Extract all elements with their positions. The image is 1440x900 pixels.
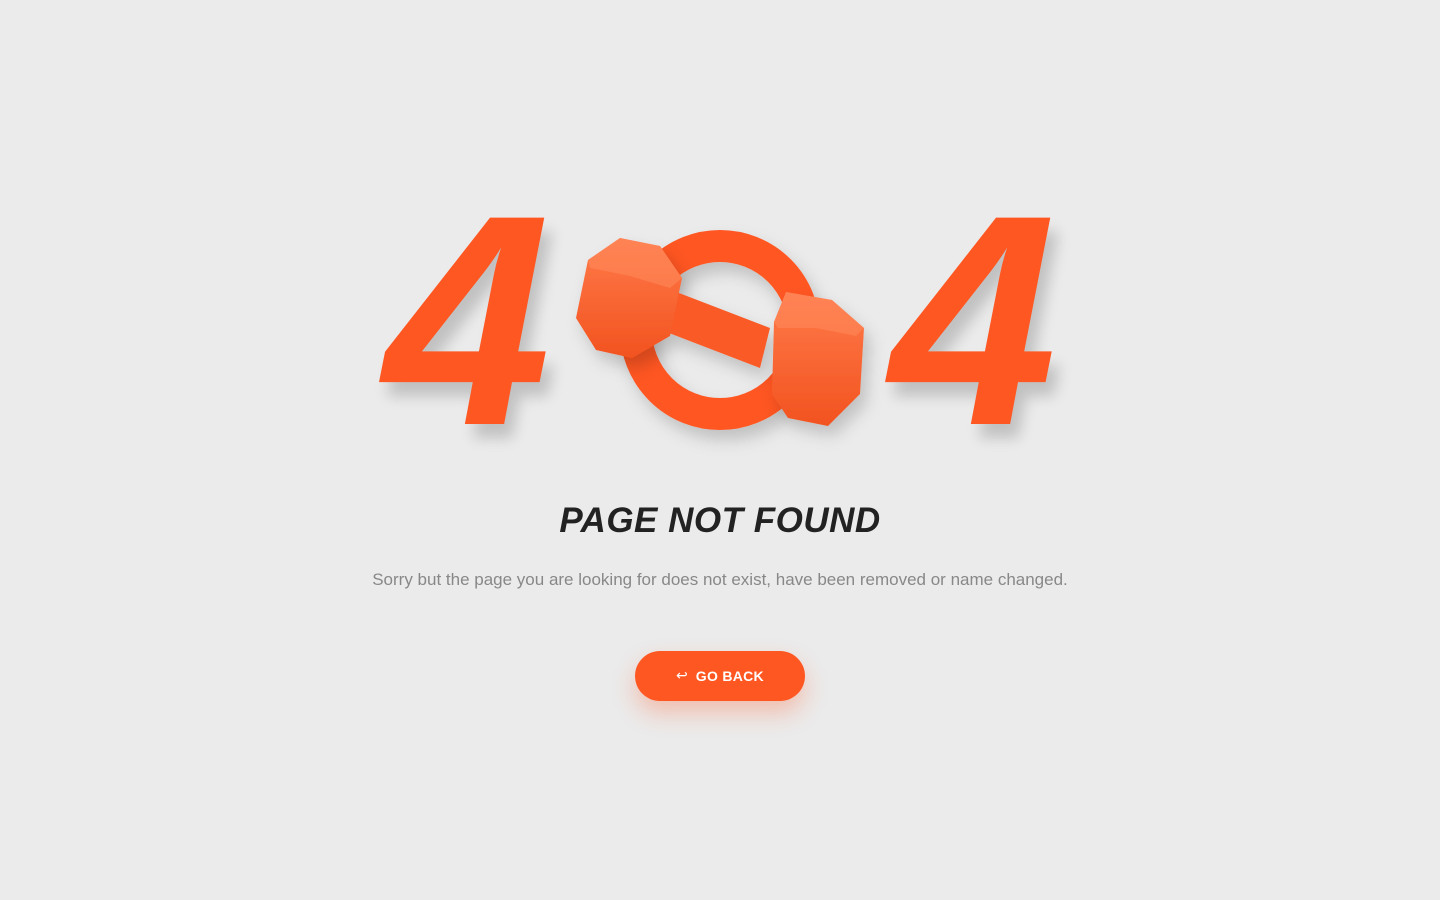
return-arrow-icon: ↩ [676,668,688,684]
dumbbell-ring-icon [560,218,880,448]
go-back-label: GO BACK [695,668,764,684]
error-digit-left: 4 [384,152,551,488]
error-digit-right: 4 [890,152,1057,488]
go-back-button[interactable]: ↩ GO BACK [635,651,805,701]
error-page: 4 4 PAGE NOT FOUND Sorry but the page yo… [0,0,1440,900]
error-message: Sorry but the page you are looking for d… [372,570,1068,589]
page-title: PAGE NOT FOUND [559,501,881,540]
